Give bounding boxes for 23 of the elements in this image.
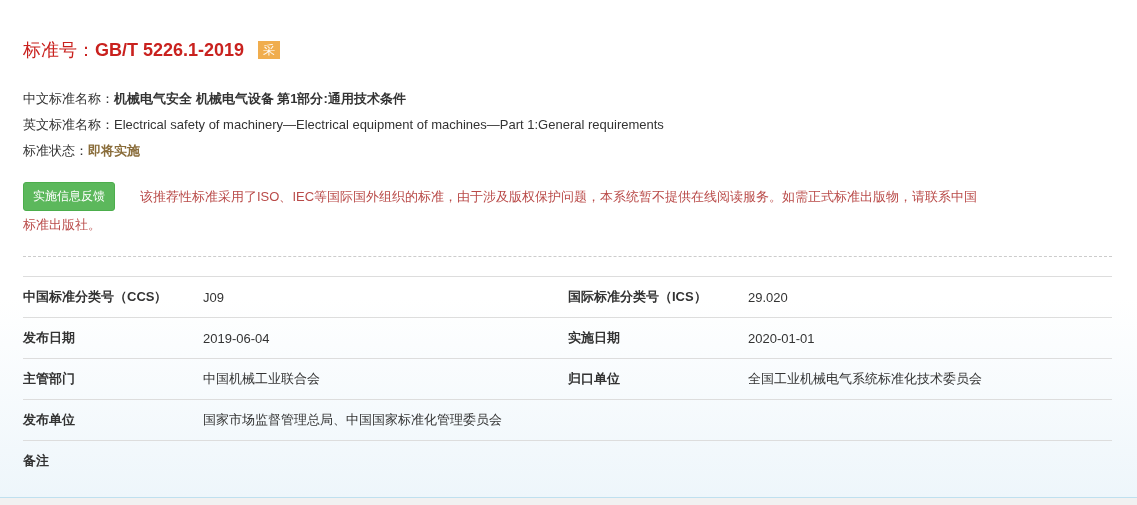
- field-label: 国际标准分类号（ICS）: [568, 288, 708, 306]
- field-label: 归口单位: [568, 370, 621, 388]
- copyright-notice: 该推荐性标准采用了ISO、IEC等国际国外组织的标准，由于涉及版权保护问题，本系统暂不提供在线阅读服务。如需正式标准出版物，请联系中国: [140, 187, 978, 206]
- field-value: J09: [203, 289, 225, 305]
- adopted-badge: 采: [258, 41, 281, 59]
- field-label: 主管部门: [23, 370, 76, 388]
- standard-title: 标准号：GB/T 5226.1-2019: [23, 39, 245, 62]
- copyright-notice: 标准出版社。: [23, 217, 101, 232]
- field-label: 实施日期: [568, 329, 621, 347]
- feedback-button[interactable]: 实施信息反馈: [23, 182, 115, 211]
- field-label: 发布单位: [23, 411, 76, 429]
- field-value: 29.020: [748, 289, 789, 305]
- field-label: 发布日期: [23, 329, 76, 347]
- field-label: 中国标准分类号（CCS）: [23, 288, 169, 306]
- field-value: 中国机械工业联合会: [203, 370, 321, 388]
- info-line: 标准状态：即将实施: [23, 142, 141, 160]
- field-value: 全国工业机械电气系统标准化技术委员会: [748, 370, 983, 388]
- field-value: 国家市场监督管理总局、中国国家标准化管理委员会: [203, 411, 503, 429]
- info-line: 中文标准名称：机械电气安全 机械电气设备 第1部分:通用技术条件: [23, 90, 407, 108]
- field-value: 2020-01-01: [748, 330, 816, 346]
- info-line: 英文标准名称：Electrical safety of machinery—Electrical equipment of machines—Part 1:General requirements: [23, 116, 665, 134]
- field-value: 2019-06-04: [203, 330, 271, 346]
- field-label: 备注: [23, 452, 50, 470]
